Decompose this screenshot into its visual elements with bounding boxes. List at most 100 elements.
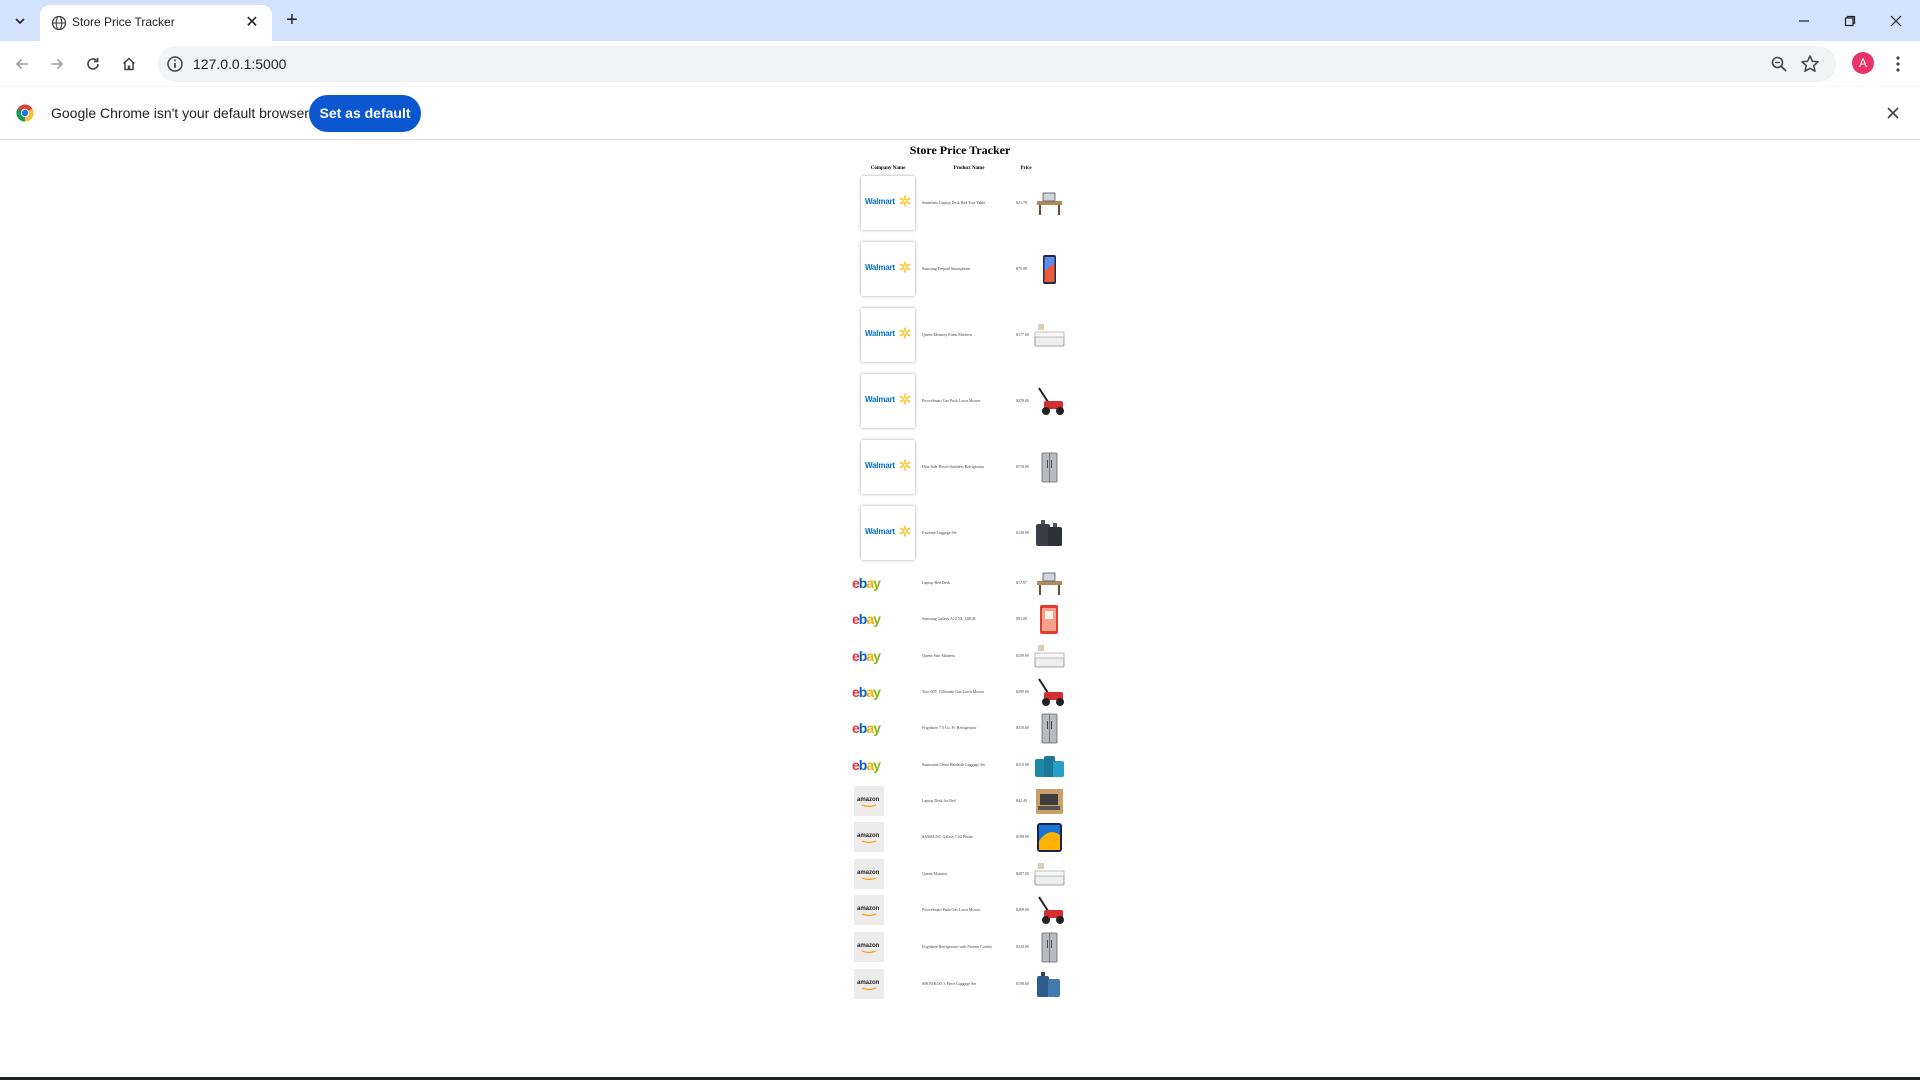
product-image: [1038, 678, 1064, 706]
back-icon[interactable]: [8, 50, 36, 78]
home-icon[interactable]: [115, 50, 143, 78]
company-name: ebay: [852, 575, 881, 591]
product-image: [1041, 452, 1058, 483]
walmart-logo: Walmart: [861, 242, 915, 296]
walmart-logo: Walmart: [861, 374, 915, 428]
company-name: ebay: [852, 648, 881, 664]
company-name: Walmart: [865, 329, 895, 338]
amazon-logo: amazon: [854, 932, 884, 962]
product-image: [1036, 520, 1062, 546]
tab-search-icon[interactable]: [8, 9, 32, 33]
forward-icon[interactable]: [43, 50, 71, 78]
product-image: [1040, 605, 1058, 634]
url-text[interactable]: 127.0.0.1:5000: [193, 56, 286, 72]
company-name: amazon: [857, 943, 880, 949]
bookmark-star-icon[interactable]: [1800, 54, 1820, 74]
company-name: ebay: [852, 684, 881, 700]
product-column-header: Product Name: [953, 166, 985, 171]
company-name: amazon: [857, 980, 880, 986]
close-window-icon[interactable]: [1873, 0, 1919, 41]
product-name: Hisa Side Bosch Stainless Refrigerator: [922, 464, 985, 469]
ebay-logo: ebay: [852, 609, 886, 629]
walmart-logo: Walmart: [861, 440, 915, 494]
ebay-logo: ebay: [852, 718, 886, 738]
product-name: Extreme Luggage Set: [922, 530, 957, 535]
product-image: [1034, 863, 1065, 886]
amazon-smile-icon: [861, 804, 877, 808]
product-image: [1035, 756, 1064, 777]
product-price: $109.99: [1016, 653, 1029, 658]
amazon-smile-icon: [861, 950, 877, 954]
walmart-spark-icon: [899, 459, 911, 471]
company-name: Walmart: [865, 527, 895, 536]
product-name: Queen Memory Foam Mattress: [922, 332, 973, 337]
product-price: $93.00: [1016, 616, 1027, 621]
product-name: Samsung Galaxy A12 NL 128GB: [922, 616, 976, 621]
infobar-message: Google Chrome isn't your default browser: [51, 105, 309, 121]
minimize-icon[interactable]: [1781, 0, 1827, 41]
ebay-logo: ebay: [852, 682, 886, 702]
amazon-logo: amazon: [854, 895, 884, 925]
infobar-close-icon[interactable]: [1884, 104, 1902, 122]
new-tab-icon[interactable]: +: [280, 9, 304, 33]
ebay-logo: ebay: [852, 573, 886, 593]
amazon-smile-icon: [861, 877, 877, 881]
active-tab[interactable]: Store Price Tracker ✕: [40, 5, 272, 41]
product-name: Queen Size Mattress: [922, 653, 956, 658]
tab-title: Store Price Tracker: [72, 15, 175, 29]
product-price: $297.00: [1016, 871, 1029, 876]
product-name: SHOWKOO 3 Piece Luggage Set: [922, 981, 977, 986]
company-name: amazon: [857, 833, 880, 839]
page-content: Store Price Tracker Company Name Product…: [0, 140, 1920, 1080]
amazon-smile-icon: [861, 987, 877, 991]
product-image: [1037, 972, 1060, 997]
product-image: [1034, 324, 1065, 347]
tab-strip: Store Price Tracker ✕ +: [0, 0, 1920, 41]
zoom-icon[interactable]: [1770, 55, 1788, 73]
product-name: Frigidaire Refrigerator with Freezer Com…: [922, 944, 993, 949]
product-image: [1041, 932, 1058, 963]
product-image: [1038, 896, 1064, 924]
product-price: $17.97: [1016, 580, 1027, 585]
amazon-logo: amazon: [854, 859, 884, 889]
reload-icon[interactable]: [79, 50, 107, 78]
amazon-smile-icon: [861, 840, 877, 844]
product-price: $188.00: [1016, 834, 1029, 839]
kebab-menu-icon[interactable]: [1888, 52, 1908, 76]
product-name: Toro 60V 1Ultimate Gas Lawn Mower: [922, 689, 985, 694]
amazon-logo: amazon: [854, 786, 884, 816]
product-price: $329.00: [1016, 944, 1029, 949]
chrome-logo-icon: [16, 104, 34, 122]
set-as-default-button[interactable]: Set as default: [309, 95, 421, 132]
site-info-icon[interactable]: [166, 55, 184, 73]
product-name: Samsung Prepaid Smartphone: [922, 266, 971, 271]
profile-avatar[interactable]: A: [1852, 52, 1874, 74]
product-image: [1037, 572, 1062, 595]
walmart-spark-icon: [899, 195, 911, 207]
ebay-logo: ebay: [852, 755, 886, 775]
company-name: Walmart: [865, 395, 895, 404]
walmart-logo: Walmart: [861, 176, 915, 230]
product-price: $198.00: [1016, 981, 1029, 986]
product-price: $318.00: [1016, 725, 1029, 730]
product-image: [1041, 713, 1058, 744]
company-name: amazon: [857, 870, 880, 876]
walmart-spark-icon: [899, 261, 911, 273]
product-price: $128.00: [1016, 530, 1029, 535]
amazon-logo: amazon: [854, 822, 884, 852]
ebay-logo: ebay: [852, 646, 886, 666]
product-image: [1034, 645, 1065, 668]
product-price: $21.79: [1016, 200, 1027, 205]
amazon-logo: amazon: [854, 969, 884, 999]
default-browser-infobar: Google Chrome isn't your default browser…: [0, 87, 1920, 140]
company-name: amazon: [857, 797, 880, 803]
tab-close-icon[interactable]: ✕: [242, 13, 262, 33]
walmart-logo: Walmart: [861, 506, 915, 560]
company-column-header: Company Name: [870, 166, 906, 171]
product-name: Sonnilano Laptop Desk Bed Tray Table: [922, 200, 986, 205]
product-image: [1038, 387, 1064, 415]
product-image: [1037, 192, 1062, 215]
walmart-logo: Walmart: [861, 308, 915, 362]
restore-icon[interactable]: [1827, 0, 1873, 41]
address-bar[interactable]: 127.0.0.1:5000: [158, 46, 1836, 82]
